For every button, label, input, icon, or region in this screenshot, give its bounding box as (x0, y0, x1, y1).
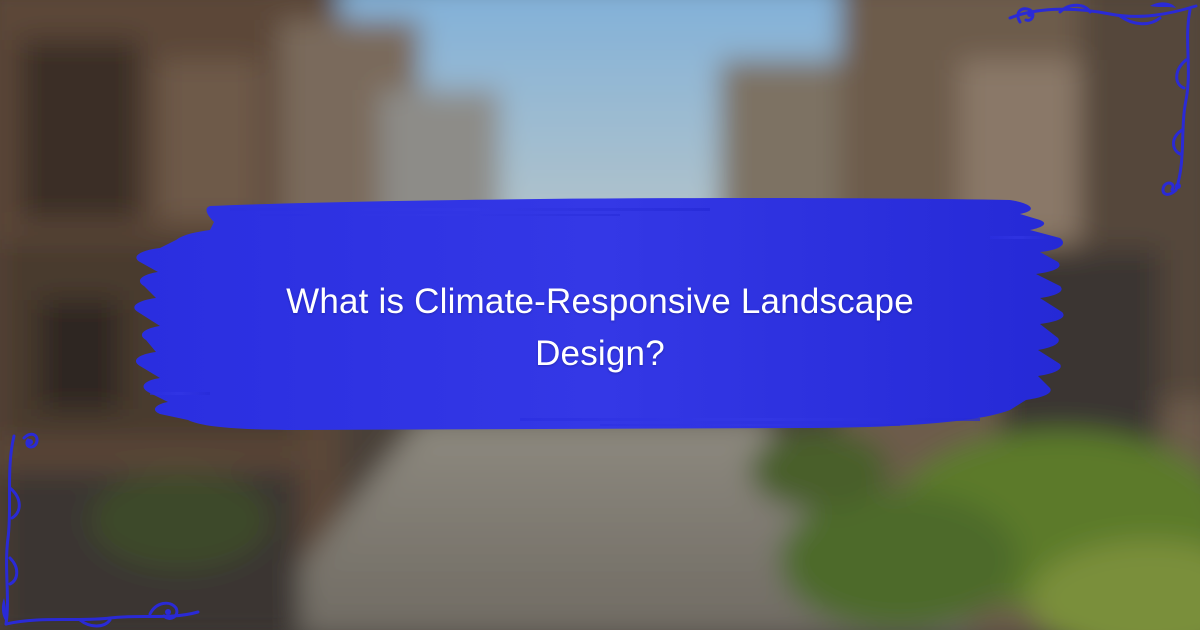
ornate-corner-flourish-icon (1, 432, 200, 628)
ornate-corner-flourish-icon (1008, 2, 1198, 196)
page-title: What is Climate-Responsive Landscape Des… (286, 282, 914, 373)
